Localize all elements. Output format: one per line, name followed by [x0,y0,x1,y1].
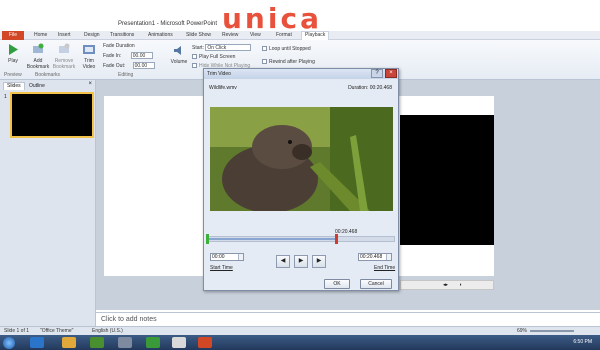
tab-outline[interactable]: Outline [26,83,48,91]
app-icon[interactable] [146,337,160,348]
start-select[interactable]: On Click [205,44,252,51]
close-pane-icon[interactable]: × [88,81,92,87]
previous-frame-button[interactable]: ◀ [276,255,290,268]
next-frame-icon: ▶ [316,258,322,264]
group-preview: Preview [4,72,22,78]
next-frame-button[interactable]: ▶ [312,255,326,268]
tab-review[interactable]: Review [222,32,238,38]
seek-back-icon[interactable]: ◂▸ [443,282,448,288]
zoom-slider[interactable] [530,330,574,332]
play-icon [9,44,18,55]
end-trim-handle[interactable] [335,234,338,244]
notes-pane[interactable]: Click to add notes [96,312,600,326]
end-time-label: End Time [374,265,396,271]
dialog-title: Trim Video [207,71,231,77]
fade-in-field: Fade In: 00.00 [103,52,153,59]
rewind-checkbox[interactable] [262,59,267,65]
play-button[interactable]: Play [4,43,22,64]
previous-frame-icon: ◀ [280,258,286,264]
trim-range [209,238,335,240]
volume-button[interactable]: Volume [170,44,188,65]
tab-format[interactable]: Format [276,32,292,38]
slides-pane-tabs: Slides Outline [3,82,48,91]
tab-animations[interactable]: Animations [148,32,173,38]
loop-until-stopped-option[interactable]: Loop until Stopped [262,46,311,52]
group-bookmarks: Bookmarks [35,72,61,78]
start-trim-handle[interactable] [206,234,209,244]
tab-insert[interactable]: Insert [58,32,71,38]
slide-thumbnail[interactable] [10,92,94,138]
ribbon-tabs: File Home Insert Design Transitions Anim… [0,31,600,40]
fade-out-input[interactable]: 00.00 [132,62,155,69]
tab-playback[interactable]: Playback [301,31,330,40]
clock: 6:50 PM [573,339,592,345]
start-field: Start: On Click [192,44,252,51]
status-slide: Slide 1 of 1 [4,328,30,334]
trim-video-icon [83,45,95,54]
video-filename: Wildlife.wmv [209,85,237,91]
add-bookmark-button[interactable]: Add Bookmark [26,43,50,70]
status-bar: Slide 1 of 1 "Office Theme" English (U.S… [0,326,600,335]
tab-home[interactable]: Home [34,32,47,38]
video-control-bar[interactable]: ◂▸ ◖ [400,280,494,290]
end-time-input[interactable]: 00:20.468 [358,253,392,261]
cancel-button[interactable]: Cancel [360,279,392,289]
slides-pane: Slides Outline × 1 [0,80,96,326]
hide-while-not-playing-checkbox[interactable] [192,63,197,69]
start-orb-icon[interactable] [3,337,15,349]
fade-duration-label: Fade Duration [103,43,135,49]
playhead-time: 00:20.468 [335,229,358,235]
close-icon[interactable]: × [385,69,397,78]
powerpoint-icon[interactable] [198,337,212,348]
browser-icon[interactable] [30,337,44,348]
remove-bookmark-icon [59,43,70,53]
speaker-icon[interactable]: ◖ [459,282,462,288]
spinner-arrows-icon[interactable] [238,254,243,260]
app-icon[interactable] [118,337,132,348]
group-editing: Editing [118,72,134,78]
tab-slides[interactable]: Slides [3,82,25,90]
trim-video-dialog: Trim Video ? × Wildlife.wmv Duration: 00… [203,68,399,291]
tab-file[interactable]: File [2,31,24,40]
play-icon: ▶ [298,258,304,264]
status-language: English (U.S.) [92,328,123,334]
status-theme: "Office Theme" [40,328,74,334]
start-time-label: Start Time [210,265,233,271]
duration: Duration: 00:20.468 [348,85,392,91]
window-title: Presentation1 - Microsoft PowerPoint [118,21,218,27]
app-icon[interactable] [90,337,104,348]
trim-timeline[interactable] [207,236,395,242]
status-zoom: 69% [517,328,528,334]
taskbar: 6:50 PM [0,335,600,350]
remove-bookmark-button[interactable]: Remove Bookmark [52,43,76,70]
add-bookmark-icon [33,43,44,53]
rewind-after-playing-option[interactable]: Rewind after Playing [262,59,315,65]
trim-video-button[interactable]: Trim Video [79,43,99,70]
play-button[interactable]: ▶ [294,255,308,268]
video-preview [210,107,393,211]
spinner-arrows-icon[interactable] [386,254,391,260]
dialog-title-bar: Trim Video [204,69,398,79]
play-full-screen-checkbox[interactable] [192,54,197,60]
start-time-input[interactable]: 00:00 [210,253,244,261]
tab-slide-show[interactable]: Slide Show [186,32,211,38]
slide-number: 1 [4,94,7,100]
help-icon[interactable]: ? [371,69,383,78]
fade-out-field: Fade Out: 00.00 [103,62,155,69]
tab-design[interactable]: Design [84,32,100,38]
ok-button[interactable]: OK [324,279,350,289]
notes-placeholder: Click to add notes [101,316,157,323]
app-icon[interactable] [172,337,186,348]
tab-view[interactable]: View [250,32,261,38]
fade-in-input[interactable]: 00.00 [130,52,153,59]
loop-checkbox[interactable] [262,46,267,52]
tab-transitions[interactable]: Transitions [110,32,134,38]
folder-icon[interactable] [62,337,76,348]
volume-icon [174,46,181,55]
play-full-screen-option[interactable]: Play Full Screen [192,54,235,60]
video-on-slide[interactable] [400,115,494,245]
